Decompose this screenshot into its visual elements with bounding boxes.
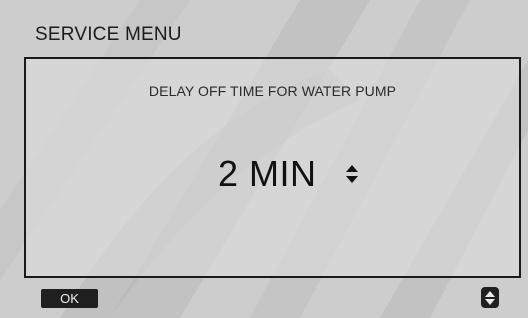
service-menu-screen: SERVICE MENU DELAY OFF TIME FOR WATER PU…: [0, 0, 528, 318]
up-down-arrows-icon[interactable]: [345, 163, 359, 185]
up-down-arrows-icon: [485, 290, 495, 305]
ok-button[interactable]: OK: [41, 289, 98, 308]
setting-panel: DELAY OFF TIME FOR WATER PUMP 2 MIN: [24, 57, 521, 278]
parameter-label: DELAY OFF TIME FOR WATER PUMP: [148, 83, 397, 99]
scroll-button[interactable]: [481, 287, 499, 308]
menu-title: SERVICE MENU: [35, 24, 182, 45]
value-row[interactable]: 2 MIN: [218, 153, 359, 195]
delay-time-value[interactable]: 2 MIN: [218, 153, 317, 195]
